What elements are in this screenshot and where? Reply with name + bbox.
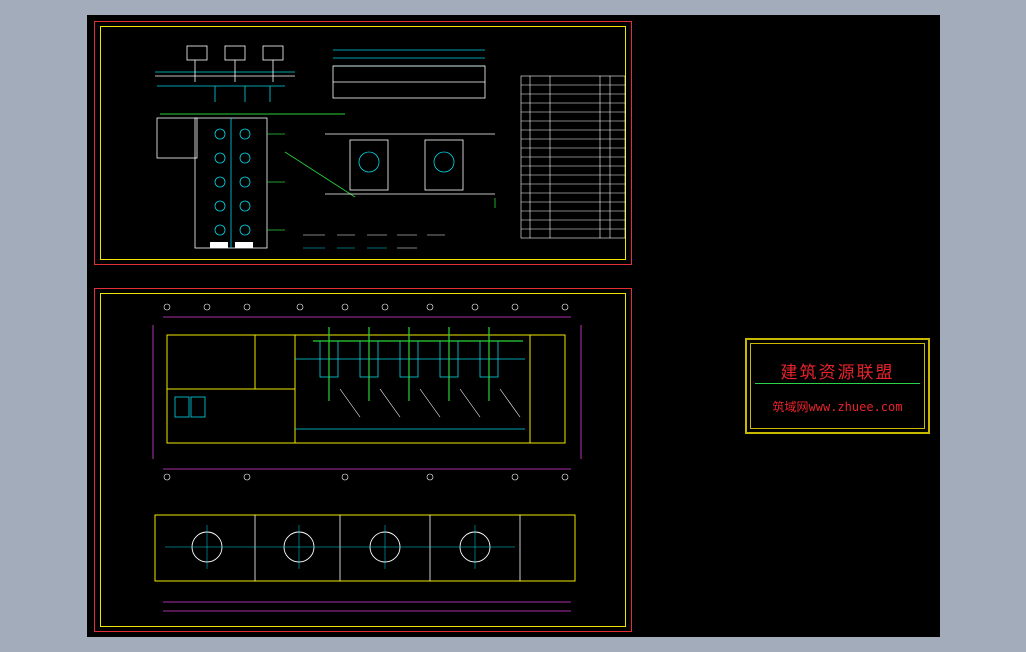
watermark-divider xyxy=(755,383,920,384)
building-walls xyxy=(166,334,566,444)
watermark-inner-frame xyxy=(750,343,925,429)
grid-axis-bubbles xyxy=(163,303,569,481)
top-equipment-row xyxy=(155,45,295,102)
pump-room-schematic xyxy=(156,117,356,249)
cad-drawing-canvas[interactable] xyxy=(87,15,940,637)
symbol-legend xyxy=(303,234,445,249)
watermark-logo: 建筑资源联盟 筑域网www.zhuee.com xyxy=(745,338,930,434)
equipment-schedule-table xyxy=(520,75,626,239)
pump-units-plan xyxy=(174,327,525,430)
sheet-system-diagram[interactable] xyxy=(94,21,632,265)
watermark-site: 筑域网www.zhuee.com xyxy=(772,400,903,414)
watermark-title: 建筑资源联盟 xyxy=(780,363,895,383)
cooling-tower-plan xyxy=(154,514,576,582)
sheet-plan-drawing[interactable] xyxy=(94,288,632,632)
dimension-lines xyxy=(152,316,582,612)
plan-drawing xyxy=(152,303,582,612)
system-diagram-drawing xyxy=(155,45,626,249)
tower-elevation xyxy=(325,49,496,208)
